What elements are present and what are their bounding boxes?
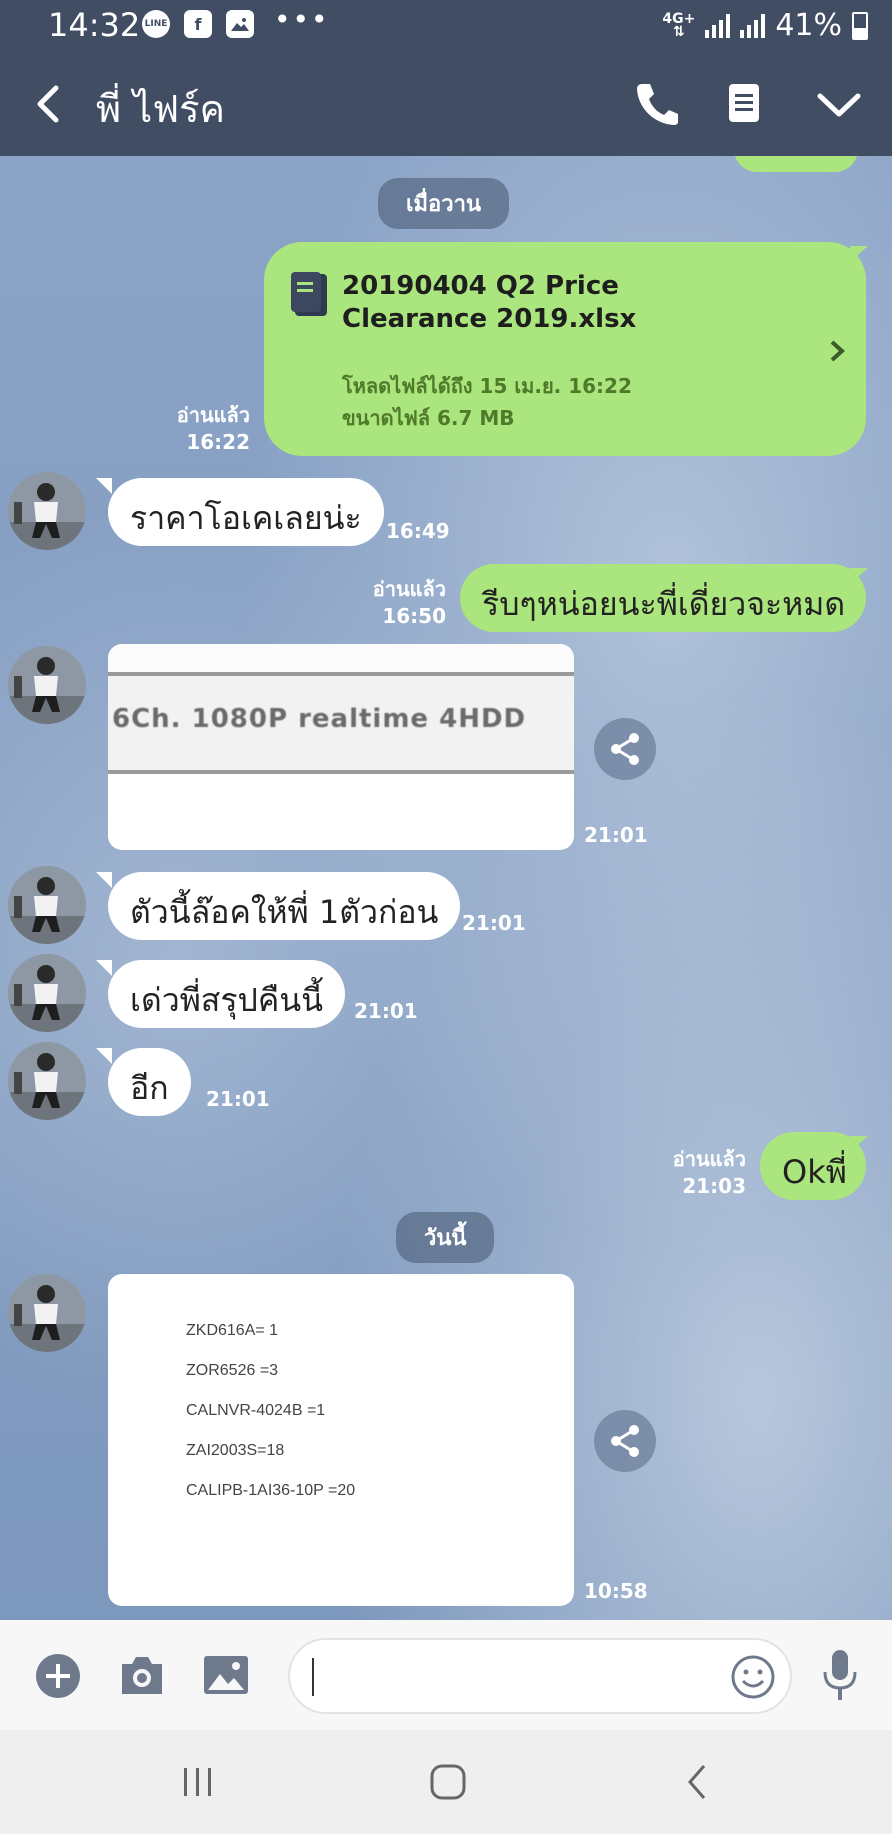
home-icon[interactable] bbox=[428, 1762, 468, 1806]
back-icon[interactable] bbox=[28, 80, 68, 128]
image-message[interactable]: ZKD616A= 1 ZOR6526 =3 CALNVR-4024B =1 ZA… bbox=[108, 1274, 574, 1606]
chevron-down-icon[interactable] bbox=[814, 78, 864, 130]
microphone-icon[interactable] bbox=[820, 1648, 860, 1706]
chat-header: พี่ ไฟร์ค bbox=[0, 52, 892, 156]
emoji-icon[interactable] bbox=[730, 1654, 776, 1704]
message-meta: อ่านแล้ว 21:03 bbox=[644, 1146, 746, 1200]
notes-icon[interactable] bbox=[722, 78, 772, 130]
back-nav-icon[interactable] bbox=[682, 1762, 712, 1806]
avatar[interactable] bbox=[8, 1274, 86, 1352]
file-size: ขนาดไฟล์ 6.7 MB bbox=[342, 406, 515, 430]
read-receipt: อ่านแล้ว bbox=[372, 577, 446, 601]
signal-icon bbox=[705, 13, 731, 38]
avatar[interactable] bbox=[8, 866, 86, 944]
document-icon bbox=[290, 270, 330, 326]
file-name: 20190404 Q2 Price Clearance 2019.xlsx bbox=[342, 271, 637, 334]
avatar[interactable] bbox=[8, 1042, 86, 1120]
image-line bbox=[108, 770, 574, 774]
message-bubble[interactable]: รีบๆหน่อยนะพี่เดี่ยวจะหมด bbox=[460, 564, 866, 632]
gallery-icon bbox=[226, 10, 254, 38]
message-time: 10:58 bbox=[584, 1579, 648, 1603]
camera-icon[interactable] bbox=[118, 1652, 166, 1702]
chevron-right-icon[interactable] bbox=[828, 334, 846, 372]
plus-icon[interactable] bbox=[34, 1652, 82, 1704]
share-icon[interactable] bbox=[594, 1410, 656, 1472]
image-text: 6Ch. 1080P realtime 4HDD bbox=[112, 704, 527, 734]
chat-area[interactable]: เมื่อวาน 20190404 Q2 Price Clearance 201… bbox=[0, 156, 892, 1620]
message-bubble[interactable]: เด่วพี่สรุปคืนนี้ bbox=[108, 960, 345, 1028]
message-time: 16:50 bbox=[382, 604, 446, 628]
message-time: 16:49 bbox=[386, 519, 450, 543]
bubble-tail bbox=[850, 568, 868, 584]
image-message[interactable]: 6Ch. 1080P realtime 4HDD bbox=[108, 644, 574, 850]
message-time: 16:22 bbox=[186, 430, 250, 454]
previous-message-bubble bbox=[734, 156, 858, 172]
bubble-tail bbox=[96, 1048, 112, 1064]
read-receipt: อ่านแล้ว bbox=[672, 1147, 746, 1171]
message-input-bar bbox=[0, 1620, 892, 1730]
image-icon[interactable] bbox=[202, 1654, 250, 1700]
network-type-icon: 4G+ ⇅ bbox=[662, 10, 696, 40]
signal-icon bbox=[740, 13, 766, 38]
message-time: 21:01 bbox=[206, 1087, 270, 1111]
message-time: 21:03 bbox=[682, 1174, 746, 1198]
message-bubble[interactable]: ตัวนี้ล๊อคให้พี่ 1ตัวก่อน bbox=[108, 872, 461, 940]
bubble-tail bbox=[96, 872, 112, 888]
date-separator: เมื่อวาน bbox=[378, 178, 509, 229]
message-time: 21:01 bbox=[354, 999, 418, 1023]
facebook-icon: f bbox=[184, 10, 212, 38]
recent-apps-icon[interactable] bbox=[180, 1764, 216, 1804]
avatar[interactable] bbox=[8, 646, 86, 724]
system-nav-bar bbox=[0, 1730, 892, 1834]
message-meta: อ่านแล้ว 16:50 bbox=[346, 576, 446, 630]
bubble-tail bbox=[850, 1136, 868, 1152]
image-text-line: CALNVR-4024B =1 bbox=[186, 1402, 326, 1419]
notification-icons: LINE f ••• bbox=[142, 3, 330, 38]
message-time: 21:01 bbox=[584, 823, 648, 847]
message-meta: อ่านแล้ว 16:22 bbox=[150, 402, 250, 456]
image-text-line: ZKD616A= 1 bbox=[186, 1322, 279, 1339]
bubble-tail bbox=[96, 960, 112, 976]
line-app-icon: LINE bbox=[142, 10, 170, 38]
bubble-tail bbox=[96, 478, 112, 494]
text-cursor bbox=[312, 1658, 314, 1696]
avatar[interactable] bbox=[8, 954, 86, 1032]
message-input[interactable] bbox=[288, 1638, 792, 1714]
bubble-tail bbox=[850, 246, 868, 262]
more-notifications-icon: ••• bbox=[274, 2, 330, 36]
image-text-line: ZAI2003S=18 bbox=[186, 1442, 285, 1459]
file-message-bubble[interactable]: 20190404 Q2 Price Clearance 2019.xlsx โห… bbox=[264, 242, 866, 456]
status-bar: 14:32 LINE f ••• 4G+ ⇅ 41% bbox=[0, 0, 892, 52]
date-separator: วันนี้ bbox=[396, 1212, 495, 1263]
phone-icon[interactable] bbox=[632, 78, 682, 130]
image-text-line: ZOR6526 =3 bbox=[186, 1362, 279, 1379]
image-text-line: CALIPB-1AI36-10P =20 bbox=[186, 1482, 356, 1499]
message-bubble[interactable]: ราคาโอเคเลยน่ะ bbox=[108, 478, 384, 546]
status-time: 14:32 bbox=[48, 6, 141, 44]
share-icon[interactable] bbox=[594, 718, 656, 780]
message-time: 21:01 bbox=[462, 911, 526, 935]
battery-percent: 41% bbox=[775, 8, 842, 43]
file-expiry: โหลดไฟล์ได้ถึง 15 เม.ย. 16:22 bbox=[342, 374, 632, 398]
battery-icon bbox=[852, 11, 868, 40]
read-receipt: อ่านแล้ว bbox=[176, 403, 250, 427]
message-bubble[interactable]: อีก bbox=[108, 1048, 191, 1116]
avatar[interactable] bbox=[8, 472, 86, 550]
contact-name[interactable]: พี่ ไฟร์ค bbox=[96, 78, 225, 139]
